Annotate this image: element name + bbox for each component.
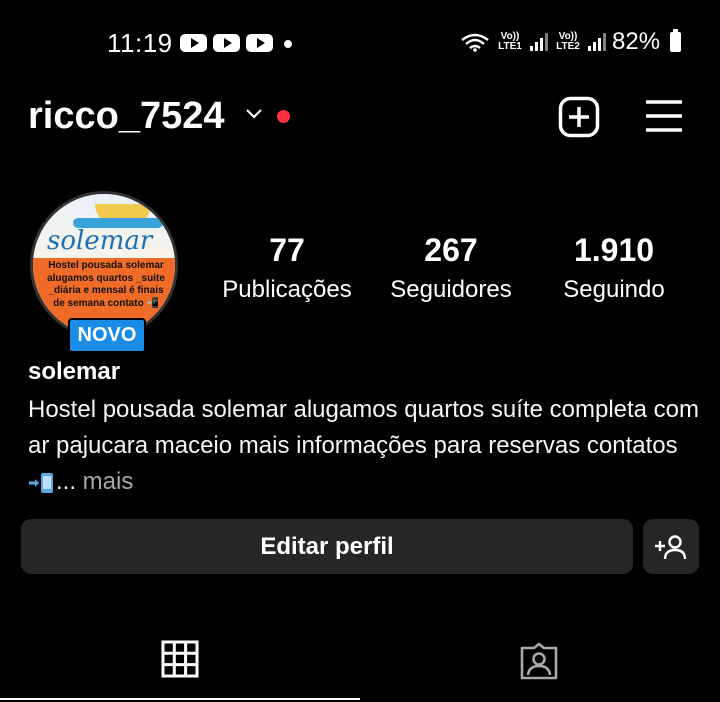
sim2-indicator: Vo)) LTE2 xyxy=(556,31,580,52)
signal-icon xyxy=(588,33,606,51)
followers-count: 267 xyxy=(424,232,478,268)
chevron-down-icon[interactable] xyxy=(244,107,264,121)
bio-ellipsis: ... xyxy=(56,468,77,495)
posts-stat[interactable]: 77 Publicações xyxy=(212,232,362,304)
account-switcher-username[interactable]: ricco_7524 xyxy=(28,95,225,138)
plus-square-icon[interactable] xyxy=(558,96,600,138)
bio-more-link[interactable]: mais xyxy=(76,468,134,495)
followers-label: Seguidores xyxy=(390,276,512,303)
bio-text: Hostel pousada solemar alugamos quartos … xyxy=(28,396,700,459)
posts-count: 77 xyxy=(269,232,305,268)
posts-label: Publicações xyxy=(222,276,352,303)
notification-dot xyxy=(277,110,290,123)
tagged-person-icon[interactable] xyxy=(519,642,559,680)
signal-icon xyxy=(530,33,548,51)
youtube-icon xyxy=(213,34,240,52)
more-notifications-dot xyxy=(284,40,292,48)
edit-profile-button[interactable]: Editar perfil xyxy=(21,519,633,574)
phone-arrow-emoji-icon xyxy=(29,472,53,493)
following-stat[interactable]: 1.910 Seguindo xyxy=(548,232,680,304)
youtube-icon xyxy=(180,34,207,52)
new-badge: NOVO xyxy=(68,318,146,353)
status-time: 11:19 xyxy=(107,28,173,58)
system-indicators: Vo)) LTE1 Vo)) LTE2 82% xyxy=(460,28,682,56)
following-label: Seguindo xyxy=(563,276,665,303)
profile-avatar[interactable]: solemar Hostel pousada solemar alugamos … xyxy=(30,191,178,339)
hamburger-menu-icon[interactable] xyxy=(644,98,684,134)
active-tab-indicator xyxy=(0,698,360,700)
notification-icons xyxy=(180,34,273,52)
discover-people-button[interactable] xyxy=(643,519,699,574)
avatar-brand: solemar xyxy=(47,226,153,256)
sim1-indicator: Vo)) LTE1 xyxy=(498,31,522,52)
wifi-icon xyxy=(461,33,489,52)
avatar-text: Hostel pousada solemar alugamos quartos … xyxy=(47,260,165,309)
profile-name: solemar xyxy=(28,358,121,385)
add-person-icon xyxy=(655,534,687,559)
following-count: 1.910 xyxy=(573,232,655,268)
profile-bio: Hostel pousada solemar alugamos quartos … xyxy=(28,392,708,500)
youtube-icon xyxy=(246,34,273,52)
battery-icon xyxy=(670,29,682,52)
battery-percent: 82% xyxy=(612,28,661,55)
followers-stat[interactable]: 267 Seguidores xyxy=(381,232,521,304)
grid-icon[interactable] xyxy=(161,640,199,678)
